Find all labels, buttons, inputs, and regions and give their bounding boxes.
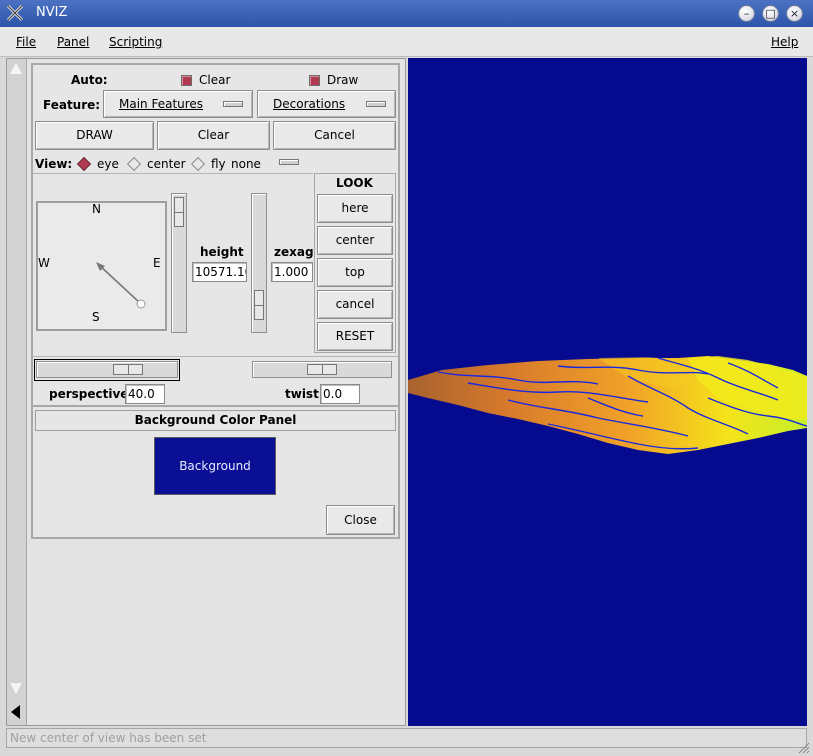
perspective-field[interactable]: 40.0 [125,384,165,404]
twist-slider[interactable] [252,361,392,378]
perspective-slider[interactable] [36,361,178,378]
height-slider[interactable] [171,193,187,333]
main-features-label: Main Features [119,97,204,111]
feature-label: Feature: [43,98,101,112]
look-here-button[interactable]: here [317,194,393,223]
view-eye-radio[interactable] [76,156,92,172]
bg-panel-title-box: Background Color Panel [35,410,396,431]
decorations-label: Decorations [273,97,346,111]
separator [33,405,398,407]
menu-panel[interactable]: Panel [57,35,89,49]
height-field[interactable]: 10571.10 [192,262,247,282]
auto-label: Auto: [71,73,108,87]
minimize-button[interactable]: – [738,5,755,22]
separator [33,356,398,357]
bg-panel-title: Background Color Panel [134,413,297,427]
control-pane: Auto: Clear Draw Feature: Main Features … [6,58,406,726]
view-fly-radio[interactable] [190,156,206,172]
menu-indicator-icon [366,101,386,107]
zexag-slider[interactable] [251,193,267,333]
view-eye-label: eye [97,157,119,171]
menu-help[interactable]: Help [771,35,798,49]
minimize-icon: – [743,7,750,20]
terrain-surface-render [408,58,807,726]
window-title: NVIZ [36,5,68,20]
twist-field[interactable]: 0.0 [320,384,360,404]
cancel-button[interactable]: Cancel [273,121,396,150]
look-cancel-button[interactable]: cancel [317,290,393,319]
view-label: View: [35,157,73,171]
zexag-field[interactable]: 1.000 [271,262,313,282]
menu-indicator-icon [279,159,299,165]
close-icon: × [789,7,800,20]
view-fly-mode-value: none [231,157,261,171]
look-title: LOOK [336,176,373,190]
perspective-slider-thumb[interactable] [113,364,143,375]
menu-file[interactable]: File [16,35,36,49]
clear-button[interactable]: Clear [157,121,270,150]
height-label: height [200,245,244,259]
look-center-button[interactable]: center [317,226,393,255]
3d-viewport-canvas[interactable] [408,58,807,726]
look-top-button[interactable]: top [317,258,393,287]
draw-button[interactable]: DRAW [35,121,154,150]
twist-slider-thumb[interactable] [307,364,337,375]
view-center-radio[interactable] [126,156,142,172]
menu-scripting[interactable]: Scripting [109,35,162,49]
app-x-icon [6,4,24,22]
view-center-label: center [147,157,186,171]
look-reset-button[interactable]: RESET [317,322,393,351]
perspective-label: perspective [49,387,129,401]
vertical-scrollbar[interactable] [7,59,27,725]
scroll-up-arrow-icon[interactable] [10,63,22,74]
status-bar: New center of view has been set [6,728,807,748]
decorations-menubutton[interactable]: Decorations [257,90,396,118]
auto-draw-checkbox[interactable] [309,75,320,86]
title-bar: NVIZ – □ × [0,0,813,27]
resize-grip-icon[interactable] [796,740,810,754]
height-slider-thumb[interactable] [174,197,184,227]
auto-draw-label: Draw [327,73,359,87]
twist-label: twist [285,387,319,401]
position-compass[interactable]: N S E W [36,201,167,331]
view-direction-arrow-icon [96,262,146,309]
zexag-slider-thumb[interactable] [254,290,264,320]
auto-clear-label: Clear [199,73,231,87]
main-features-menubutton[interactable]: Main Features [103,90,253,118]
close-window-button[interactable]: × [786,5,803,22]
zexag-label: zexag [274,245,314,259]
scroll-down-arrow-icon[interactable] [10,683,22,694]
menu-indicator-icon [223,101,243,107]
close-panel-button[interactable]: Close [326,505,395,535]
view-fly-label: fly [211,157,226,171]
look-box: LOOK here center top cancel RESET [314,173,396,353]
scroll-left-arrow-icon[interactable] [11,705,20,719]
fly-mode-menubutton[interactable] [277,159,299,168]
maximize-icon: □ [765,7,776,20]
maximize-button[interactable]: □ [762,5,779,22]
separator [33,173,313,174]
auto-clear-checkbox[interactable] [181,75,192,86]
background-color-button[interactable]: Background [154,437,276,495]
perspective-slider-frame [34,359,180,381]
menu-bar: File Panel Scripting Help [0,27,813,57]
view-panel: Auto: Clear Draw Feature: Main Features … [31,63,400,539]
